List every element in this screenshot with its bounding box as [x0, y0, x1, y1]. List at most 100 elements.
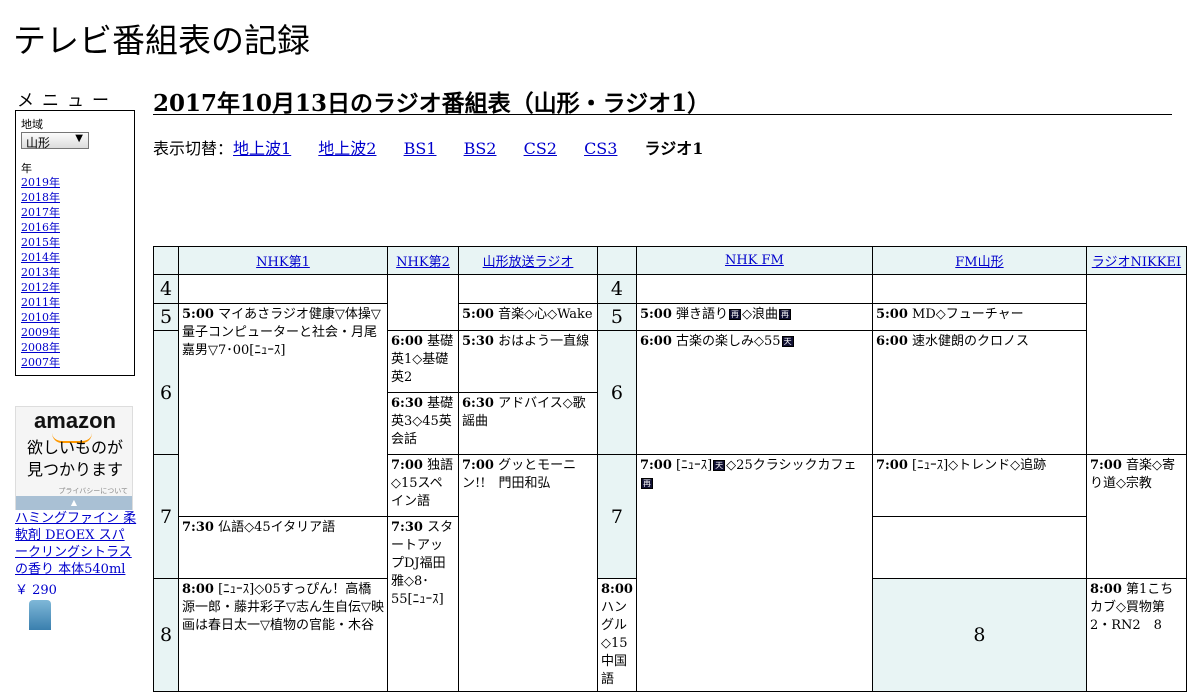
hour-header-empty: [153, 246, 179, 275]
program-title: おはよう一直線: [498, 334, 590, 349]
program-cell[interactable]: 5:00 音楽◇心◇Wake: [458, 303, 598, 331]
switch-link-bs1[interactable]: BS1: [404, 139, 437, 158]
year-link-2010[interactable]: 2010年: [21, 310, 60, 325]
program-cell[interactable]: 8:00 ハングル◇15中国語: [597, 578, 637, 692]
program-cell[interactable]: 5:00 マイあさラジオ健康▽体操▽量子コンピューターと社会・月尾嘉男▽7･00…: [178, 303, 388, 517]
ad-product-link[interactable]: ハミングファイン 柔軟剤 DEOEX スパークリングシトラスの香り 本体540m…: [15, 510, 137, 578]
product-bottle-image[interactable]: [29, 600, 51, 630]
program-title: 速水健朗のクロノス: [912, 334, 1030, 349]
program-cell[interactable]: 7:00 [ﾆｭｰｽ]◇トレンド◇追跡: [871, 454, 1087, 517]
program-cell[interactable]: 5:00 MD◇フューチャー: [871, 303, 1087, 331]
channel-link-ybc[interactable]: 山形放送ラジオ: [483, 255, 574, 270]
empty-slot: [387, 274, 459, 331]
program-cell[interactable]: 6:00 基礎英1◇基礎英2: [387, 330, 459, 393]
switcher-label: 表示切替：: [153, 139, 234, 158]
menu-box: 地域 山形 ▼ 年 2019年 2018年 2017年 2016年 2015年 …: [15, 110, 135, 376]
year-link-2016[interactable]: 2016年: [21, 220, 60, 235]
region-select[interactable]: 山形 ▼: [21, 132, 89, 150]
page-title: 2017年10月13日のラジオ番組表（山形・ラジオ1）: [153, 84, 1172, 117]
channel-header-nikkei: ラジオNIKKEI: [1085, 246, 1187, 275]
weather-icon: 天: [713, 460, 726, 471]
program-cell[interactable]: 6:00 速水健朗のクロノス: [871, 330, 1087, 455]
program-cell[interactable]: 7:00 独語◇15スペイン語: [387, 454, 459, 517]
program-cell[interactable]: 6:30 アドバイス◇歌謡曲: [458, 392, 598, 455]
ad-expand-bar[interactable]: ▲: [16, 496, 132, 510]
program-time: 7:00: [639, 458, 672, 473]
program-time: 6:00: [391, 334, 423, 349]
program-cell[interactable]: 6:30 基礎英3◇45英会話: [387, 392, 459, 455]
program-cell[interactable]: 5:30 おはよう一直線: [458, 330, 598, 393]
channel-link-nikkei[interactable]: ラジオNIKKEI: [1092, 255, 1181, 270]
channel-link-nhk2[interactable]: NHK第2: [396, 255, 450, 270]
year-link-2017[interactable]: 2017年: [21, 205, 60, 220]
year-link-2014[interactable]: 2014年: [21, 250, 60, 265]
switch-current-radio1: ラジオ1: [644, 139, 704, 158]
year-link-2012[interactable]: 2012年: [21, 280, 60, 295]
program-cell[interactable]: 8:00 [ﾆｭｰｽ]◇05すっぴん！高橋源一郎・藤井彩子▽志ん生自伝▽映画は春…: [178, 578, 388, 692]
switch-link-terrestrial2[interactable]: 地上波2: [318, 139, 376, 158]
year-link-2007[interactable]: 2007年: [21, 355, 60, 370]
hour-cell: 4: [597, 274, 637, 304]
ad-privacy-link[interactable]: プライバシーについて: [58, 486, 128, 496]
program-title: ◇25クラシックカフェ: [726, 458, 857, 473]
program-time: 6:00: [875, 334, 908, 349]
program-cell[interactable]: 7:00 [ﾆｭｰｽ] 天 ◇25クラシックカフェ再: [635, 454, 873, 692]
program-time: 7:30: [182, 520, 214, 535]
switch-link-terrestrial1[interactable]: 地上波1: [233, 139, 291, 158]
year-link-2011[interactable]: 2011年: [21, 295, 60, 310]
hour-cell: 7: [597, 454, 637, 579]
year-list: 2019年 2018年 2017年 2016年 2015年 2014年 2013…: [21, 175, 60, 370]
empty-slot: [458, 274, 598, 304]
switch-link-bs2[interactable]: BS2: [464, 139, 497, 158]
program-title: 仏語◇45イタリア語: [218, 520, 336, 535]
amazon-ad[interactable]: amazon 欲しいものが 見つかります プライバシーについて ▲: [15, 406, 133, 510]
program-cell[interactable]: 7:00 グッとモーニン!! 門田和弘: [458, 454, 598, 692]
schedule-table: NHK第1 NHK第2 山形放送ラジオ NHK FM FM山形 ラジオNIKKE…: [153, 246, 1187, 692]
ad-tagline-line2: 見つかります: [26, 460, 123, 479]
program-cell[interactable]: 6:00 古楽の楽しみ◇55 天: [635, 330, 873, 455]
program-cell[interactable]: 8:00 第1こちカブ◇買物第2・RN2 8: [1085, 578, 1187, 692]
weather-icon: 天: [781, 336, 794, 347]
program-title: 弾き語り: [676, 307, 729, 322]
program-time: 7:00: [875, 458, 908, 473]
year-label: 年: [21, 162, 32, 175]
channel-header-nhk1: NHK第1: [178, 246, 388, 275]
program-cell[interactable]: 5:00 弾き語り再 ◇浪曲再: [635, 303, 873, 331]
hour-cell: 5: [153, 303, 179, 331]
channel-link-nhk1[interactable]: NHK第1: [256, 255, 310, 270]
ad-product-price: ￥ 290: [15, 583, 57, 598]
channel-header-nhkfm: NHK FM: [635, 246, 873, 275]
switch-link-cs2[interactable]: CS2: [524, 139, 557, 158]
year-link-2009[interactable]: 2009年: [21, 325, 60, 340]
channel-link-nhkfm[interactable]: NHK FM: [725, 253, 784, 268]
chevron-up-icon: ▲: [70, 498, 78, 507]
region-label: 地域: [21, 118, 43, 131]
program-cell[interactable]: 7:00 音楽◇寄り道◇宗教: [1085, 454, 1187, 579]
chevron-down-icon: ▼: [75, 133, 83, 144]
program-time: 5:00: [182, 307, 214, 322]
program-time: 8:00: [1089, 582, 1122, 597]
rerun-icon: 再: [779, 309, 792, 320]
switch-link-cs3[interactable]: CS3: [584, 139, 617, 158]
channel-link-fmy[interactable]: FM山形: [955, 255, 1003, 270]
program-time: 7:00: [391, 458, 423, 473]
year-link-2018[interactable]: 2018年: [21, 190, 60, 205]
program-time: 7:00: [1089, 458, 1122, 473]
program-time: 6:30: [462, 396, 494, 411]
year-link-2013[interactable]: 2013年: [21, 265, 60, 280]
hour-cell: 7: [153, 454, 179, 579]
program-cell[interactable]: 7:30 仏語◇45イタリア語: [178, 516, 388, 579]
hour-cell: 8: [153, 578, 179, 692]
channel-header-ybc: 山形放送ラジオ: [458, 246, 598, 275]
year-link-2015[interactable]: 2015年: [21, 235, 60, 250]
program-title: [ﾆｭｰｽ]◇トレンド◇追跡: [912, 458, 1047, 473]
region-select-value: 山形: [26, 136, 51, 150]
ad-tagline-line1: 欲しいものが: [26, 438, 123, 457]
program-time: 5:30: [462, 334, 494, 349]
program-time: 8:00: [601, 582, 633, 597]
channel-header-fmy: FM山形: [871, 246, 1087, 275]
hour-header-empty-2: [597, 246, 637, 275]
year-link-2008[interactable]: 2008年: [21, 340, 60, 355]
program-cell[interactable]: 7:30 スタートアップDJ福田雅◇8･55[ﾆｭｰｽ]: [387, 516, 459, 692]
year-link-2019[interactable]: 2019年: [21, 175, 60, 190]
